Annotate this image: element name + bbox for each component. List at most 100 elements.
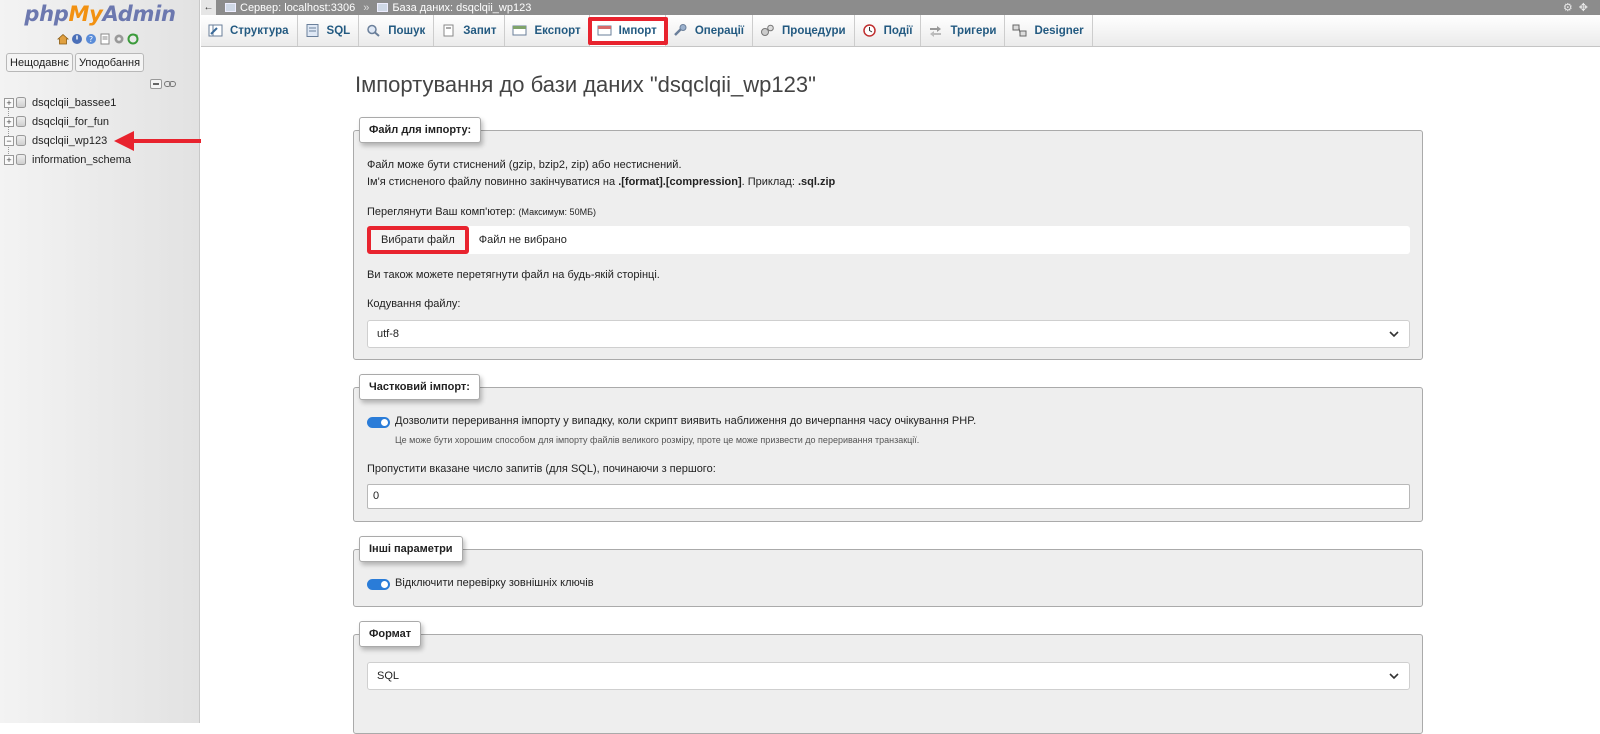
db-name[interactable]: information_schema [32, 154, 131, 166]
tab-search[interactable]: Пошук [359, 15, 435, 46]
breadcrumb-database[interactable]: База даних: dsqclqii_wp123 [392, 2, 531, 14]
recent-button[interactable]: Нещодавнє [6, 53, 73, 72]
database-icon [16, 116, 26, 127]
tab-sql[interactable]: SQL [298, 15, 360, 46]
tab-routines[interactable]: Процедури [753, 15, 855, 46]
logout-icon[interactable] [71, 33, 83, 45]
home-icon[interactable] [57, 33, 69, 45]
tab-label: Операції [694, 24, 745, 37]
main-content: Імпортування до бази даних "dsqclqii_wp1… [201, 48, 1600, 734]
page-title: Імпортування до бази даних "dsqclqii_wp1… [355, 72, 816, 97]
docs-icon[interactable]: ? [85, 33, 97, 45]
tab-designer[interactable]: Designer [1005, 15, 1093, 46]
quick-links: ? [57, 33, 139, 45]
format-select[interactable]: SQL [367, 662, 1410, 690]
tab-label: Designer [1034, 24, 1084, 37]
phpmyadmin-logo[interactable]: phpMyAdmin [0, 2, 200, 26]
filename-info: Ім'я стисненого файлу повинно закінчуват… [367, 176, 835, 188]
link-icon[interactable] [164, 79, 176, 89]
favorites-button[interactable]: Уподобання [74, 53, 145, 72]
file-input[interactable]: Вибрати файл Файл не вибрано [367, 226, 1410, 254]
encoding-select[interactable]: utf-8 [367, 320, 1410, 348]
sql-icon [306, 24, 319, 37]
logo-my: My [68, 2, 103, 26]
tab-triggers[interactable]: Тригери [921, 15, 1006, 46]
sql-docs-icon[interactable] [99, 33, 111, 45]
query-icon [443, 24, 454, 37]
encoding-label: Кодування файлу: [367, 298, 461, 310]
database-icon [377, 3, 389, 12]
tab-bar: Структура SQL Пошук Запит Експорт Імпорт… [201, 15, 1600, 47]
tab-import[interactable]: Імпорт [587, 15, 669, 46]
encoding-value: utf-8 [377, 328, 400, 340]
tab-operations[interactable]: Операції [666, 15, 754, 46]
search-icon [367, 24, 380, 37]
breadcrumb-separator: » [363, 1, 370, 14]
browse-label-text: Переглянути Ваш комп'ютер: [367, 206, 516, 218]
skip-queries-input[interactable]: 0 [367, 484, 1410, 509]
tab-label: Пошук [388, 24, 426, 37]
tab-events[interactable]: Події [855, 15, 922, 46]
export-icon [512, 25, 527, 36]
svg-text:?: ? [89, 35, 93, 44]
format-panel: Формат SQL [353, 621, 1423, 734]
tab-query[interactable]: Запит [434, 15, 506, 46]
other-options-panel: Інші параметри Відключити перевірку зовн… [353, 536, 1423, 607]
triggers-icon [930, 26, 942, 37]
format-value: SQL [377, 670, 400, 682]
server-icon [225, 3, 236, 12]
db-name[interactable]: dsqclqii_bassee1 [32, 97, 116, 109]
routines-icon [761, 24, 774, 36]
tab-label: Тригери [950, 24, 997, 37]
expand-icon[interactable]: + [4, 116, 14, 127]
panel-legend: Формат [359, 621, 422, 647]
tab-label: Події [883, 24, 913, 37]
tab-label: Імпорт [618, 24, 657, 37]
allow-interrupt-note: Це може бути хорошим способом для імпорт… [395, 435, 920, 445]
browse-label: Переглянути Ваш комп'ютер: (Максимум: 50… [367, 206, 596, 218]
import-icon [597, 25, 612, 36]
database-icon [16, 135, 26, 146]
settings-icon[interactable]: ⚙✥ [1563, 1, 1594, 14]
db-name[interactable]: dsqclqii_for_fun [32, 116, 109, 128]
db-item-dsqclqii-bassee1[interactable]: + dsqclqii_bassee1 [4, 93, 131, 112]
breadcrumb-bar: ← Сервер: localhost:3306 » База даних: d… [201, 0, 1600, 15]
logo-php: php [24, 2, 69, 26]
filename-info-mid: . Приклад: [741, 176, 798, 188]
allow-interrupt-label[interactable]: Дозволити переривання імпорту у випадку,… [395, 415, 976, 427]
expand-icon[interactable]: + [4, 154, 14, 165]
settings-icon[interactable] [113, 33, 125, 45]
reload-icon[interactable] [127, 33, 139, 45]
database-icon [16, 154, 26, 165]
expand-icon[interactable]: + [4, 97, 14, 108]
navigation-panel: phpMyAdmin ? Нещодавнє Уподобання + dsqc… [0, 0, 222, 723]
tab-label: Структура [230, 24, 289, 37]
panel-legend: Файл для імпорту: [359, 117, 482, 143]
collapse-all-icon[interactable] [150, 79, 162, 89]
tab-label: Процедури [782, 24, 846, 37]
database-icon [16, 97, 26, 108]
no-file-chosen: Файл не вибрано [478, 234, 567, 246]
designer-icon [1012, 24, 1027, 37]
partial-import-panel: Частковий імпорт: Дозволити переривання … [353, 374, 1423, 522]
filename-example: .sql.zip [797, 176, 836, 188]
breadcrumb-server[interactable]: Сервер: localhost:3306 [240, 2, 355, 14]
choose-file-button[interactable]: Вибрати файл [367, 226, 469, 254]
clock-icon [862, 24, 876, 37]
allow-interrupt-toggle[interactable] [367, 417, 390, 428]
db-name[interactable]: dsqclqii_wp123 [32, 135, 107, 147]
fk-checks-toggle[interactable] [367, 579, 390, 590]
wrench-icon [673, 24, 687, 36]
file-import-panel: Файл для імпорту: Файл може бути стиснен… [353, 117, 1423, 360]
filename-info-prefix: Ім'я стисненого файлу повинно закінчуват… [367, 176, 619, 188]
panel-legend: Інші параметри [359, 536, 463, 562]
filename-format: .[format].[compression] [618, 176, 742, 188]
collapse-icon[interactable]: − [4, 135, 14, 146]
tree-controls [150, 79, 176, 89]
browse-max-size: (Максимум: 50МБ) [518, 207, 596, 217]
tab-export[interactable]: Експорт [505, 15, 590, 46]
back-arrow-icon[interactable]: ← [201, 0, 216, 15]
tab-structure[interactable]: Структура [201, 15, 298, 46]
fk-checks-label[interactable]: Відключити перевірку зовнішніх ключів [395, 577, 594, 589]
tab-label: Експорт [534, 24, 581, 37]
